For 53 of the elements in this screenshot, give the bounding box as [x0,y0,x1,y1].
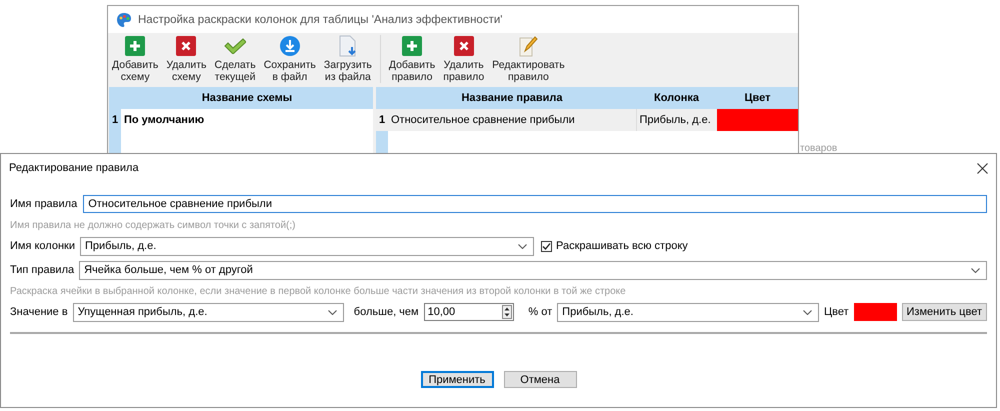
hint-text: Имя правила не должно содержать символ точки с запятой(;) [10,218,296,232]
dialog-button[interactable]: Применить [420,371,494,388]
change-color-button[interactable]: Изменить цвет [902,303,987,321]
column-header: Цвет [717,87,798,109]
dropdown[interactable]: Прибыль, д.е. [80,236,534,256]
palette-icon [116,12,132,28]
toolbar-button[interactable]: Сохранить в файл [260,35,320,83]
scheme-name-cell[interactable]: По умолчанию [121,109,373,131]
chevron-down-icon [802,310,812,314]
toolbar-button[interactable]: Добавить схему [108,35,162,83]
field-label: Значение в [10,306,68,318]
toolbar-button[interactable]: Загрузить из файла [320,35,376,83]
field-label: % от [528,306,552,318]
checkmark-icon [542,242,551,250]
toolbar-button[interactable]: Добавить правило [384,35,440,83]
column-header: Название правила [388,87,636,109]
checkbox[interactable]: Раскрашивать всю строку [541,240,688,252]
window-title: Настройка раскраски колонок для таблицы 'Анализ эффективности' [138,14,502,26]
chevron-down-icon [971,268,980,272]
dropdown[interactable]: Прибыль, д.е. [557,302,819,322]
field-label: Цвет [824,306,849,318]
spinner-arrows-icon [502,305,512,319]
close-icon[interactable] [977,162,988,174]
toolbar-button[interactable]: Удалить схему [162,35,210,83]
toolbar-button[interactable]: Редактировать правило [488,35,569,83]
dialog-button[interactable]: Отмена [504,371,576,388]
toolbar-button[interactable]: Удалить правило [439,35,488,83]
chevron-down-icon [328,310,337,314]
field-label: Имя правила [10,198,78,210]
checkmark-icon [224,38,246,54]
row-number: 1 [109,109,121,131]
column-header: Колонка [636,87,717,109]
chevron-down-icon [518,244,527,248]
dropdown[interactable]: Упущенная прибыль, д.е. [72,302,344,322]
hint-text: Раскраска ячейки в выбранной колонке, если значение в первой колонке больше части значения из второй колонки в той же строке [10,284,627,298]
column-header: Название схемы [121,87,373,109]
field-label: Тип правила [10,264,74,276]
field-label: больше, чем [354,306,419,318]
input-field[interactable]: Относительное сравнение прибыли [83,195,987,213]
number-field[interactable]: 10,00 [424,303,514,321]
delete-icon [176,36,196,56]
dropdown[interactable]: Ячейка больше, чем % от другой [79,260,987,280]
delete-icon [454,36,474,56]
dialog-title: Редактирование правила [9,162,139,174]
field-label: Имя колонки [10,240,75,252]
rule-name-cell[interactable]: Относительное сравнение прибыли [388,109,636,131]
background-text: товаров [800,143,838,154]
row-number: 1 [376,109,388,131]
plus-icon [125,36,146,56]
plus-icon [402,36,422,56]
column-cell: Прибыль, д.е. [636,109,717,131]
toolbar-button[interactable]: Сделать текущей [210,35,260,83]
download-icon [280,36,300,56]
